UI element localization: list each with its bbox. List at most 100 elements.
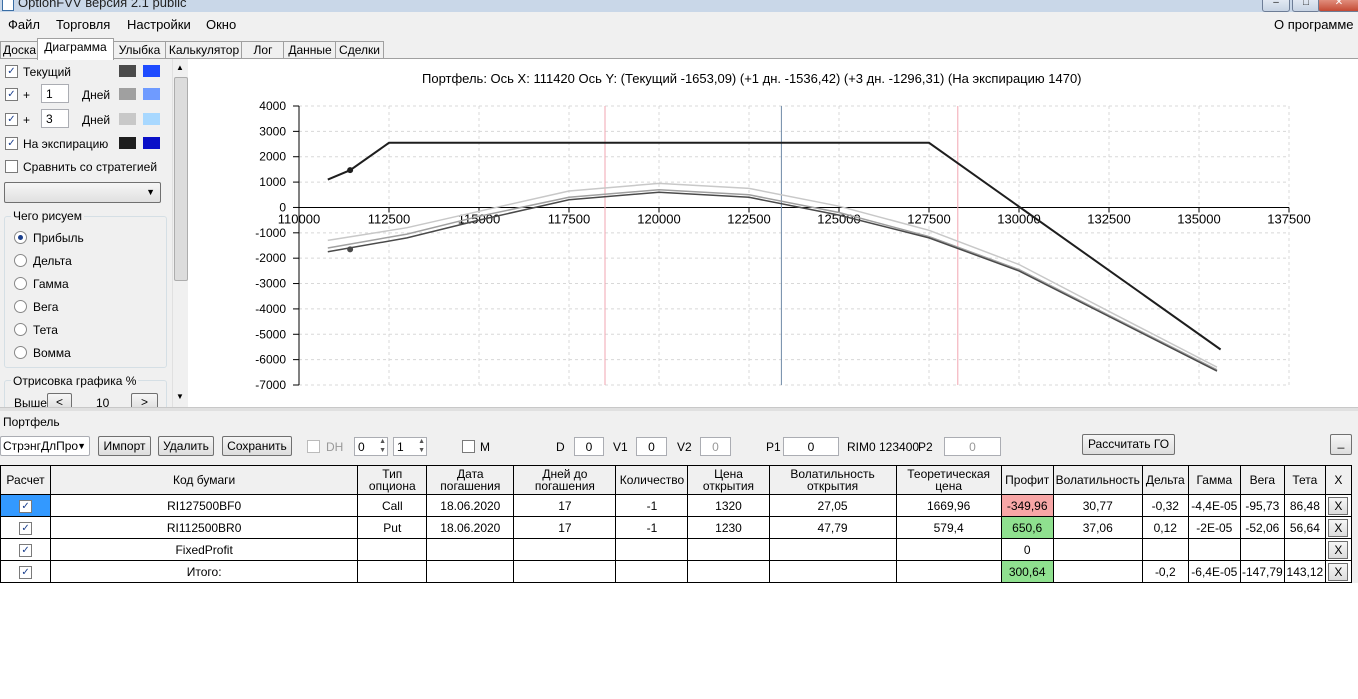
col-code[interactable]: Код бумаги — [50, 465, 359, 495]
row-calc-checkbox[interactable]: ✓ — [19, 521, 33, 535]
col-theta[interactable]: Тета — [1283, 465, 1326, 495]
minimize-button[interactable]: – — [1262, 0, 1290, 12]
plus2-color-2[interactable] — [143, 113, 160, 125]
scroll-up-icon[interactable]: ▲ — [176, 63, 184, 72]
spinner-arrows-icon[interactable]: ▲ ▼ — [379, 437, 386, 455]
splitter[interactable] — [0, 407, 1358, 411]
radio-theta-label: Тета — [33, 323, 58, 337]
compare-checkbox[interactable] — [5, 160, 18, 173]
table-row[interactable]: ✓ Итого: 300,64 -0,2 -6,4E-05 -147,79 143,12 X — [0, 560, 1353, 583]
plus2-checkbox[interactable]: ✓ — [5, 113, 18, 126]
row-calc-cell[interactable]: ✓ — [0, 516, 52, 539]
scroll-down-icon[interactable]: ▼ — [176, 392, 184, 401]
dh-spin-2[interactable]: 1 ▲ ▼ — [393, 437, 427, 456]
m-checkbox[interactable] — [462, 440, 475, 453]
radio-gamma[interactable] — [14, 277, 27, 290]
col-x[interactable]: X — [1324, 465, 1353, 495]
menu-file[interactable]: Файл — [8, 17, 40, 32]
dh-checkbox[interactable] — [307, 440, 320, 453]
tab-board[interactable]: Доска — [0, 41, 39, 59]
col-qty[interactable]: Количество — [615, 465, 689, 495]
plus1-days-input[interactable]: 1 — [41, 84, 69, 103]
row-delete-button[interactable]: X — [1328, 540, 1349, 559]
plus2-color-1[interactable] — [119, 113, 136, 125]
menu-about[interactable]: О программе — [1274, 17, 1354, 32]
col-vol[interactable]: Волатильность — [1052, 465, 1143, 495]
col-price[interactable]: Цена открытия — [687, 465, 770, 495]
current-checkbox[interactable]: ✓ — [5, 65, 18, 78]
row-calc-cell[interactable]: ✓ — [0, 560, 52, 583]
calculate-margin-button[interactable]: Рассчитать ГО — [1082, 434, 1175, 455]
col-gamma[interactable]: Гамма — [1187, 465, 1241, 495]
table-row[interactable]: ✓ RI112500BR0 Put 18.06.2020 17 -1 1230 47,79 57… — [0, 516, 1353, 539]
tab-data[interactable]: Данные — [283, 41, 337, 59]
profit-chart[interactable]: 40003000200010000-1000-2000-3000-4000-50… — [188, 59, 1358, 407]
plus2-days-input[interactable]: 3 — [41, 109, 69, 128]
tab-smile[interactable]: Улыбка — [112, 41, 167, 59]
menu-trading[interactable]: Торговля — [56, 17, 110, 32]
expiry-color-1[interactable] — [119, 137, 136, 149]
tab-log[interactable]: Лог — [241, 41, 285, 59]
col-vol-open[interactable]: Волатильность открытия — [768, 465, 897, 495]
radio-vega[interactable] — [14, 300, 27, 313]
col-days[interactable]: Дней до погашения — [513, 465, 617, 495]
save-button[interactable]: Сохранить — [222, 436, 292, 456]
v1-input[interactable]: 0 — [636, 437, 667, 456]
cell-qty: -1 — [615, 494, 689, 517]
p2-input[interactable]: 0 — [944, 437, 1001, 456]
import-button[interactable]: Импорт — [98, 436, 151, 456]
strategy-select[interactable]: СтрэнгДлПро ▼ — [0, 436, 90, 456]
radio-vomma[interactable] — [14, 346, 27, 359]
col-type[interactable]: Тип опциона — [357, 465, 428, 495]
col-delta[interactable]: Дельта — [1141, 465, 1189, 495]
row-delete-button[interactable]: X — [1328, 518, 1349, 537]
col-theor[interactable]: Теоретическая цена — [895, 465, 1002, 495]
radio-profit-label: Прибыль — [33, 231, 84, 245]
p1-input[interactable]: 0 — [783, 437, 839, 456]
radio-delta[interactable] — [14, 254, 27, 267]
maximize-button[interactable]: □ — [1292, 0, 1320, 12]
row-calc-cell[interactable]: ✓ — [0, 538, 52, 561]
current-color-2[interactable] — [143, 65, 160, 77]
scroll-thumb[interactable] — [174, 77, 188, 281]
close-window-button[interactable]: ✕ — [1318, 0, 1358, 12]
d-input[interactable]: 0 — [574, 437, 604, 456]
table-row[interactable]: ✓ RI127500BF0 Call 18.06.2020 17 -1 1320 27,05 1… — [0, 494, 1353, 517]
above-prev-button[interactable]: < — [47, 393, 72, 407]
plus1-color-2[interactable] — [143, 88, 160, 100]
radio-theta[interactable] — [14, 323, 27, 336]
delete-button[interactable]: Удалить — [158, 436, 214, 456]
strategy-compare-dropdown[interactable]: ▼ — [4, 182, 161, 203]
row-delete-button[interactable]: X — [1328, 562, 1349, 581]
dh-spin-1[interactable]: 0 ▲ ▼ — [354, 437, 388, 456]
col-profit[interactable]: Профит — [1000, 465, 1054, 495]
table-row[interactable]: ✓ FixedProfit 0 X — [0, 538, 1353, 561]
tab-calculator[interactable]: Калькулятор — [165, 41, 243, 59]
col-vega[interactable]: Вега — [1239, 465, 1285, 495]
col-date[interactable]: Дата погашения — [426, 465, 515, 495]
minimize-panel-button[interactable]: _ — [1330, 434, 1352, 455]
chart-settings-panel: ✓ Текущий ✓ + 1 Дней ✓ + 3 Дней ✓ На экс… — [0, 59, 172, 407]
radio-profit[interactable] — [14, 231, 27, 244]
tab-diagram[interactable]: Диаграмма — [37, 38, 114, 60]
expiry-color-2[interactable] — [143, 137, 160, 149]
expiry-checkbox[interactable]: ✓ — [5, 137, 18, 150]
left-panel-scrollbar[interactable]: ▲ ▼ — [172, 59, 188, 407]
row-calc-cell[interactable]: ✓ — [0, 494, 52, 517]
row-calc-checkbox[interactable]: ✓ — [19, 565, 33, 579]
row-delete-button[interactable]: X — [1328, 496, 1349, 515]
spinner-arrows-icon[interactable]: ▲ ▼ — [418, 437, 425, 455]
tab-deals[interactable]: Сделки — [335, 41, 384, 59]
row-calc-checkbox[interactable]: ✓ — [19, 543, 33, 557]
plus1-color-1[interactable] — [119, 88, 136, 100]
current-color-1[interactable] — [119, 65, 136, 77]
menu-settings[interactable]: Настройки — [127, 17, 191, 32]
plus1-checkbox[interactable]: ✓ — [5, 88, 18, 101]
col-calc[interactable]: Расчет — [0, 465, 52, 495]
above-next-button[interactable]: > — [131, 393, 158, 407]
menu-window[interactable]: Окно — [206, 17, 236, 32]
row-calc-checkbox[interactable]: ✓ — [19, 499, 33, 513]
v2-input[interactable]: 0 — [700, 437, 731, 456]
chart-area[interactable]: Портфель: Ось X: 111420 Ось Y: (Текущий … — [188, 59, 1358, 407]
cell-delta — [1141, 538, 1189, 561]
